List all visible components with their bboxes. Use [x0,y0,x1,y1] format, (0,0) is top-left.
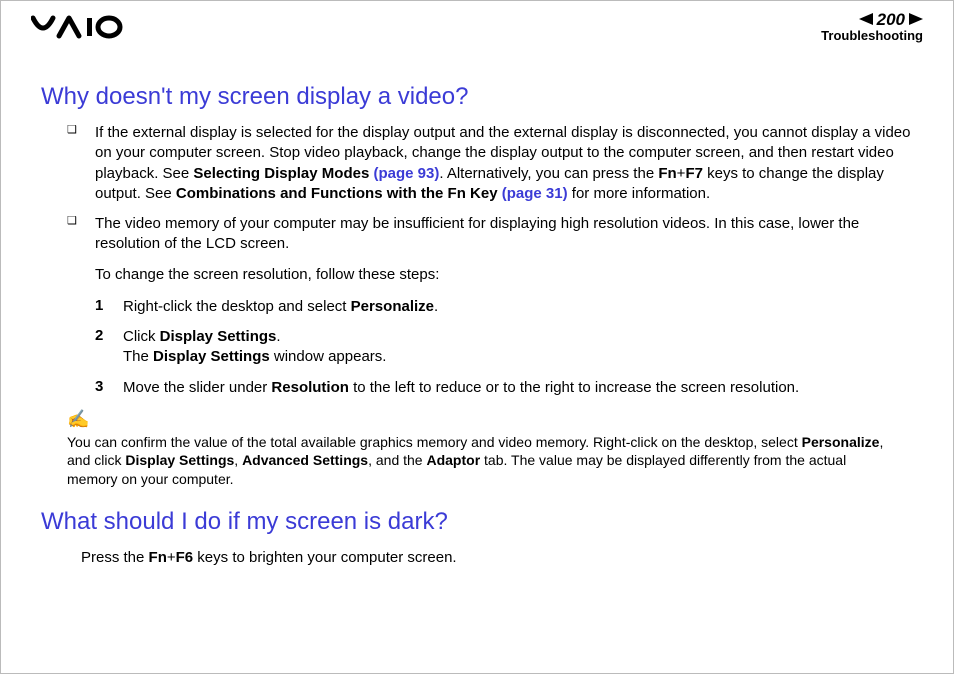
bullet-text: The video memory of your computer may be… [95,214,913,255]
page-number: 200 [877,11,905,30]
step-text: Move the slider under Resolution to the … [123,378,913,398]
vaio-logo [31,14,151,40]
step-number: 2 [95,327,123,368]
heading-video: Why doesn't my screen display a video? [41,83,913,111]
bullet-icon: ❑ [67,123,95,204]
step-text: Click Display Settings.The Display Setti… [123,327,913,368]
section-title: Troubleshooting [821,29,923,43]
prev-page-icon[interactable] [859,11,873,30]
bullet-icon: ❑ [67,214,95,255]
page-nav: 200 Troubleshooting [821,11,923,44]
step-number: 1 [95,297,123,317]
steps-intro: To change the screen resolution, follow … [95,265,913,285]
note-icon: ✍ [67,408,89,431]
step-text: Right-click the desktop and select Perso… [123,297,913,317]
step-number: 3 [95,378,123,398]
paragraph: Press the Fn+F6 keys to brighten your co… [81,548,913,568]
bullet-text: If the external display is selected for … [95,123,913,204]
note-block: ✍ You can confirm the value of the total… [67,408,887,488]
link-page-93[interactable]: (page 93) [373,165,439,182]
next-page-icon[interactable] [909,11,923,30]
link-page-31[interactable]: (page 31) [502,185,568,202]
heading-dark: What should I do if my screen is dark? [41,508,913,536]
